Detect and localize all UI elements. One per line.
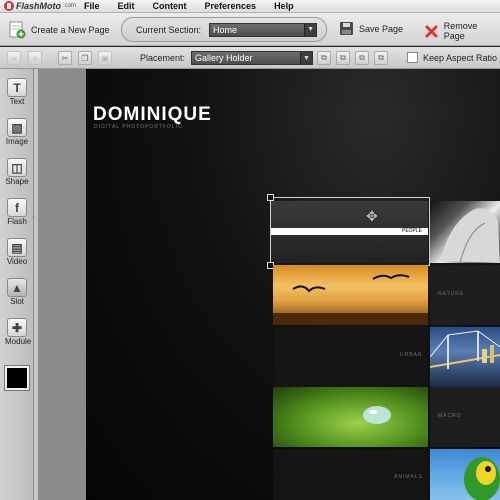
- site-title[interactable]: DOMINIQUE: [93, 104, 212, 126]
- tool-module-label: Module: [5, 337, 32, 346]
- remove-page-button[interactable]: Remove Page: [424, 21, 500, 41]
- new-page-icon: [9, 21, 26, 39]
- design-canvas[interactable]: DOMINIQUE DIGITAL PHOTOPORTFOLIO PEOPLE …: [86, 69, 500, 500]
- bring-front-icon[interactable]: ⧉: [317, 51, 331, 65]
- tool-video-label: Video: [6, 257, 28, 266]
- placement-value: Gallery Holder: [195, 53, 253, 63]
- site-subtitle[interactable]: DIGITAL PHOTOPORTFOLIO: [94, 124, 183, 130]
- gallery-label-animals: ANIMALS: [394, 474, 423, 480]
- birds-image: [273, 274, 428, 325]
- app-logo: FlashMoto .com: [0, 1, 78, 11]
- menu-content[interactable]: Content: [153, 1, 187, 11]
- tool-flash-label: Flash: [7, 217, 27, 226]
- tool-module[interactable]: ✚ Module: [5, 318, 32, 346]
- parrot-photo[interactable]: [430, 449, 500, 500]
- keep-aspect-checkbox[interactable]: [407, 52, 418, 63]
- bring-forward-icon[interactable]: ⧉: [336, 51, 350, 65]
- color-swatch[interactable]: [4, 365, 30, 391]
- menu-file[interactable]: File: [84, 1, 100, 11]
- tools-panel: T Text ▧ Image ◫ Shape f Flash ▤ Video ▲…: [0, 69, 34, 500]
- selection-box[interactable]: [270, 197, 430, 266]
- remove-page-label: Remove Page: [443, 21, 478, 41]
- menu-edit[interactable]: Edit: [118, 1, 135, 11]
- gallery-label-urban: URBAN: [400, 352, 423, 358]
- text-icon: T: [7, 78, 27, 97]
- tool-image[interactable]: ▧ Image: [5, 118, 29, 146]
- tool-shape-label: Shape: [5, 177, 29, 186]
- people-photo[interactable]: [430, 201, 500, 264]
- unlink-icon[interactable]: ∝: [28, 51, 42, 65]
- gallery-label-macro: MACRO: [438, 413, 462, 419]
- save-page-button[interactable]: Save Page: [339, 21, 403, 36]
- link-icon[interactable]: ∞: [7, 51, 21, 65]
- resize-handle-tl[interactable]: [267, 194, 274, 201]
- bridge-image: [429, 330, 500, 369]
- current-section-label: Current Section:: [136, 24, 202, 35]
- paste-icon[interactable]: ▣: [98, 51, 112, 65]
- flash-icon: f: [7, 198, 27, 217]
- sunset-photo[interactable]: [273, 265, 428, 325]
- remove-icon: [425, 25, 438, 37]
- logo-domain: .com: [63, 3, 77, 9]
- save-page-label: Save Page: [359, 23, 404, 34]
- tool-flash[interactable]: f Flash: [5, 198, 29, 226]
- leaf-photo[interactable]: [273, 387, 428, 447]
- menu-bar: FlashMoto .com File Edit Content Prefere…: [0, 0, 500, 13]
- tool-image-label: Image: [5, 137, 29, 146]
- chevron-down-icon: ▼: [304, 23, 317, 36]
- cut-icon[interactable]: ✂: [58, 51, 72, 65]
- create-page-button[interactable]: Create a New Page: [8, 21, 110, 39]
- canvas-gutter: [38, 69, 86, 500]
- slot-icon: ▲: [7, 278, 27, 297]
- send-backward-icon[interactable]: ⧉: [355, 51, 369, 65]
- current-section-group: Current Section: Home ▼: [121, 17, 327, 42]
- tool-video[interactable]: ▤ Video: [5, 238, 29, 266]
- tool-text-label: Text: [9, 97, 25, 106]
- video-icon: ▤: [7, 238, 27, 257]
- copy-icon[interactable]: ❐: [78, 51, 92, 65]
- flashmoto-logo-icon: [4, 1, 14, 11]
- menu-preferences[interactable]: Preferences: [205, 1, 257, 11]
- bridge-photo[interactable]: [429, 327, 500, 387]
- create-page-label: Create a New Page: [31, 25, 110, 35]
- save-icon: [340, 22, 353, 35]
- tool-slot-label: Slot: [10, 297, 24, 306]
- placement-select[interactable]: Gallery Holder ▼: [191, 51, 313, 65]
- placement-toolbar: ∞ ∝ ✂ ❐ ▣ Placement: Gallery Holder ▼ ⧉ …: [0, 47, 500, 69]
- shape-icon: ◫: [7, 158, 27, 177]
- water-drop-image: [363, 406, 391, 424]
- image-icon: ▧: [7, 118, 27, 137]
- main-toolbar: Create a New Page Current Section: Home …: [0, 13, 500, 46]
- chevron-down-icon: ▼: [300, 52, 312, 64]
- tool-text[interactable]: T Text: [5, 78, 29, 106]
- gallery-label-nature: NATURE: [438, 291, 465, 297]
- current-section-select[interactable]: Home ▼: [209, 22, 318, 37]
- current-section-value: Home: [213, 24, 238, 35]
- placement-label: Placement:: [140, 53, 186, 63]
- parrot-image: [464, 457, 500, 500]
- tool-slot[interactable]: ▲ Slot: [5, 278, 29, 306]
- keep-aspect-label: Keep Aspect Ratio: [423, 53, 498, 63]
- tool-shape[interactable]: ◫ Shape: [5, 158, 29, 186]
- menu-help[interactable]: Help: [274, 1, 294, 11]
- send-back-icon[interactable]: ⧉: [374, 51, 388, 65]
- module-icon: ✚: [7, 318, 27, 337]
- hand-image: [440, 208, 500, 264]
- logo-text: FlashMoto: [16, 1, 61, 11]
